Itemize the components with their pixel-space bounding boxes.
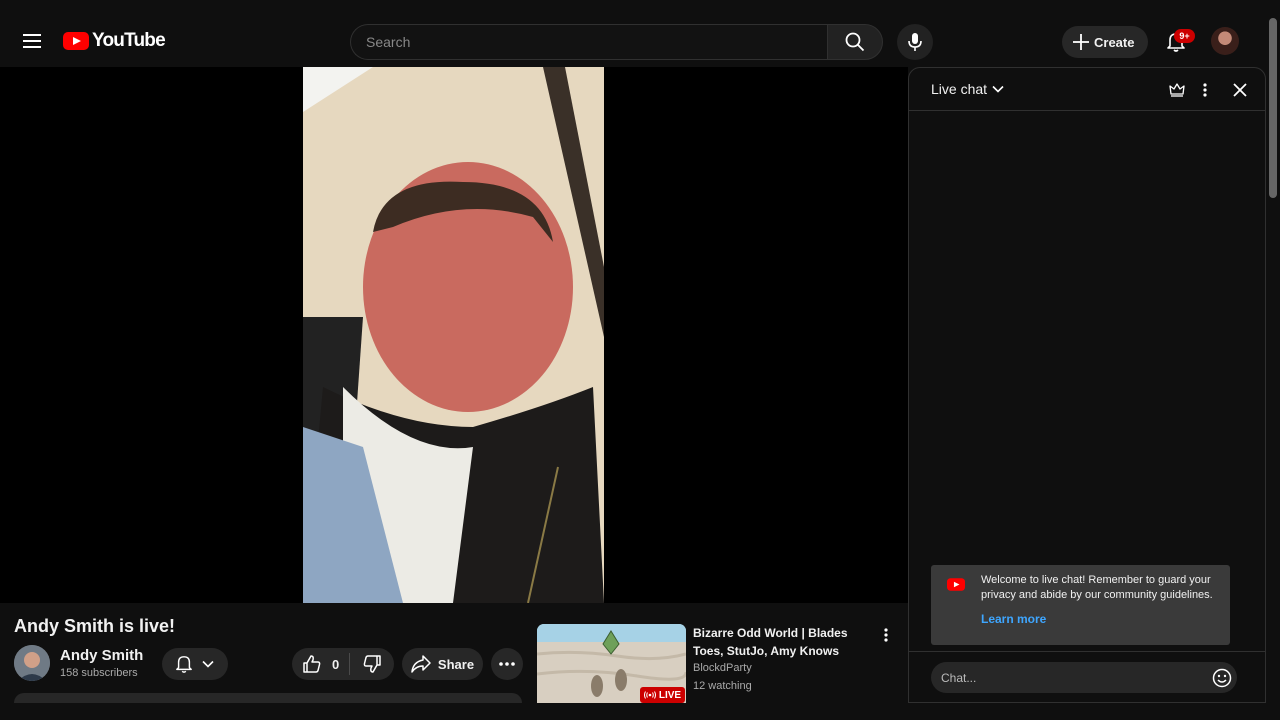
more-horizontal-icon [499, 662, 515, 666]
share-icon [411, 655, 431, 673]
notification-preference-button[interactable] [162, 648, 228, 680]
chat-more-button[interactable] [1195, 80, 1215, 100]
chat-close-button[interactable] [1229, 79, 1251, 101]
menu-button[interactable] [12, 21, 52, 61]
close-icon [1233, 83, 1247, 97]
more-vertical-icon [884, 628, 888, 642]
more-vertical-icon [1203, 83, 1207, 97]
recommended-video-channel[interactable]: BlockdParty [693, 662, 752, 674]
search-button[interactable] [827, 24, 883, 60]
search-input[interactable] [366, 25, 828, 59]
like-count: 0 [332, 656, 340, 672]
dislike-button[interactable] [350, 648, 394, 680]
subscriber-count: 158 subscribers [60, 667, 138, 679]
more-actions-button[interactable] [491, 648, 523, 680]
voice-search-button[interactable] [897, 24, 933, 60]
live-broadcast-icon [643, 691, 656, 699]
video-frame [303, 67, 604, 603]
chat-input[interactable] [941, 662, 1211, 693]
like-button[interactable]: 0 [292, 648, 349, 680]
account-avatar[interactable] [1211, 27, 1239, 55]
learn-more-link[interactable]: Learn more [981, 612, 1046, 626]
emoji-button[interactable] [1210, 666, 1234, 690]
notification-count-badge: 9+ [1174, 29, 1195, 43]
mic-icon [908, 33, 922, 51]
welcome-text: Welcome to live chat! Remember to guard … [981, 574, 1213, 601]
channel-avatar-image [14, 645, 50, 681]
create-label: Create [1094, 34, 1135, 50]
crown-icon [1169, 83, 1185, 97]
page-scrollbar-thumb[interactable] [1269, 18, 1277, 198]
search-box[interactable] [350, 24, 828, 60]
live-badge: LIVE [640, 687, 685, 703]
masthead: YouTube Create 9+ [0, 0, 1280, 67]
thumbs-down-icon [363, 655, 381, 673]
chat-input-area [909, 651, 1265, 703]
bell-icon [176, 656, 192, 673]
like-dislike-group: 0 [292, 648, 394, 680]
live-badge-label: LIVE [658, 689, 682, 701]
chat-crown-button[interactable] [1167, 80, 1187, 100]
chevron-down-icon [992, 85, 1004, 93]
search-icon [845, 32, 865, 52]
channel-name[interactable]: Andy Smith [60, 647, 143, 664]
recommended-video-menu-button[interactable] [876, 624, 896, 646]
chat-input-box[interactable] [931, 662, 1237, 693]
create-button[interactable]: Create [1062, 26, 1148, 58]
share-button[interactable]: Share [402, 648, 483, 680]
youtube-logo-icon [947, 578, 965, 591]
channel-avatar[interactable] [14, 645, 50, 681]
chat-welcome-message: Welcome to live chat! Remember to guard … [931, 565, 1230, 645]
live-chat-header: Live chat [909, 68, 1265, 111]
share-label: Share [437, 656, 475, 672]
video-player[interactable] [0, 67, 908, 603]
chevron-down-icon [202, 660, 214, 668]
menu-icon [23, 34, 41, 48]
video-title: Andy Smith is live! [14, 616, 176, 636]
youtube-logo[interactable]: YouTube [63, 30, 166, 52]
logo-text: YouTube [92, 30, 166, 51]
live-chat-mode-dropdown[interactable]: Live chat [931, 81, 1005, 97]
thumbs-up-icon [303, 655, 321, 673]
plus-icon [1073, 34, 1089, 50]
emoji-icon [1212, 668, 1232, 688]
description-box[interactable] [14, 693, 522, 703]
recommended-video-viewers: 12 watching [693, 680, 752, 692]
youtube-logo-icon [63, 32, 89, 50]
live-chat-title: Live chat [931, 81, 988, 97]
recommended-video-title[interactable]: Bizarre Odd World | Blades Toes, StutJo,… [693, 624, 858, 660]
live-chat-panel: Live chat Welcome to live chat! Remember… [908, 67, 1266, 703]
video-frame-image [303, 67, 604, 603]
